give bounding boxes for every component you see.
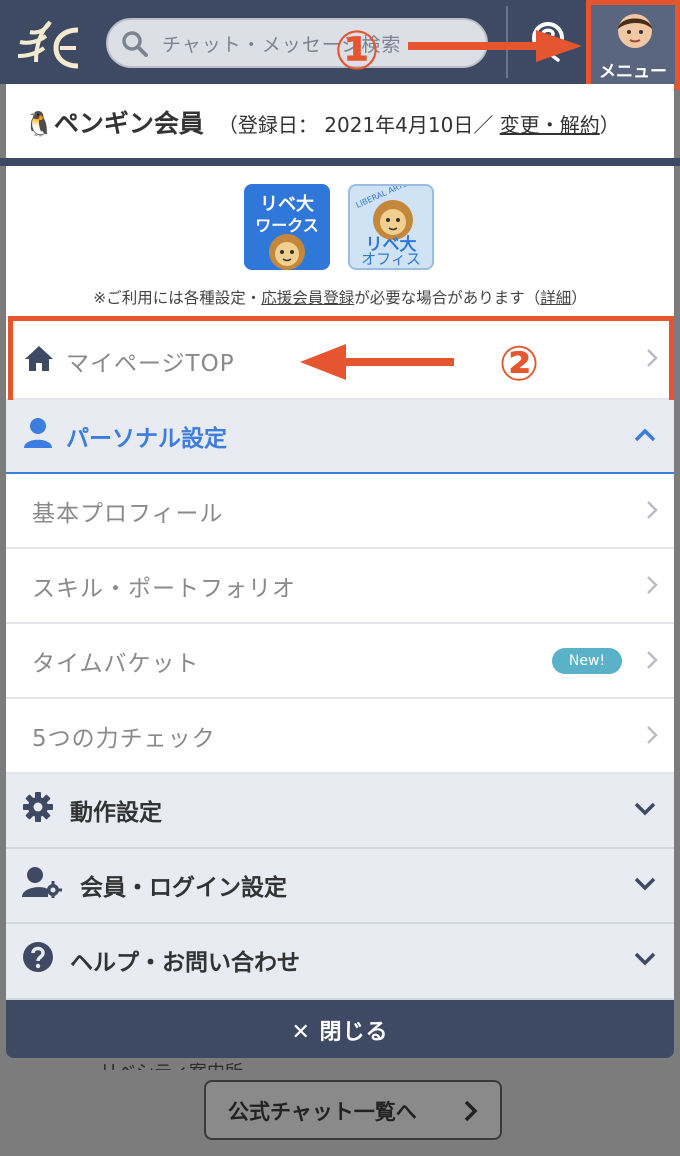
- change-cancel-link[interactable]: 変更・解約: [500, 113, 600, 137]
- app-header: チャット・メッセージ検索 メニュー ①: [0, 0, 680, 90]
- new-badge: New!: [552, 648, 622, 674]
- gear-icon: [23, 792, 53, 822]
- personal-settings-section[interactable]: パーソナル設定: [6, 400, 674, 474]
- annotation-arrow-1: [408, 30, 582, 62]
- details-link[interactable]: 詳細: [540, 289, 571, 307]
- menu-button[interactable]: メニュー: [586, 0, 680, 90]
- background-page: リベシティ案内所 公式チャット一覧へ: [0, 1058, 680, 1156]
- personal-settings-title: パーソナル設定: [66, 426, 227, 452]
- sidebar-item-basic-profile[interactable]: 基本プロフィール: [6, 474, 674, 549]
- member-rank: ペンギン会員: [53, 109, 204, 138]
- annotation-marker-1: ①: [334, 19, 380, 82]
- user-gear-icon: [22, 867, 62, 898]
- close-label: ✕ 閉じる: [291, 1020, 389, 1045]
- question-circle-icon: [23, 942, 53, 972]
- chevron-right-icon: [647, 501, 658, 519]
- member-info-bar: 🐧ペンギン会員 （登録日： 2021年4月10日／ 変更・解約）: [6, 84, 674, 158]
- sidebar-item-skill-portfolio[interactable]: スキル・ポートフォリオ: [6, 549, 674, 624]
- background-partial-text: リベシティ案内所: [100, 1058, 243, 1070]
- official-chat-list-button[interactable]: 公式チャット一覧へ: [204, 1080, 502, 1140]
- chevron-down-icon: [634, 877, 656, 891]
- sidebar-item-time-bucket[interactable]: タイムバケット New!: [6, 624, 674, 699]
- sidebar-item-five-powers-check[interactable]: 5つの力チェック: [6, 699, 674, 774]
- usage-notice: ※ご利用には各種設定・応援会員登録が必要な場合があります（詳細）: [93, 289, 587, 307]
- penguin-icon: 🐧: [24, 110, 54, 138]
- member-login-settings-section[interactable]: 会員・ログイン設定: [6, 849, 674, 924]
- basic-profile-label: 基本プロフィール: [32, 501, 224, 527]
- menu-label: メニュー: [599, 62, 667, 82]
- libe-office-app-icon[interactable]: LIBERAL ARTS リベ大 オフィス: [348, 184, 434, 270]
- five-powers-label: 5つの力チェック: [32, 726, 216, 752]
- user-icon: [24, 418, 52, 448]
- operation-settings-title: 動作設定: [70, 800, 162, 826]
- chevron-up-icon: [634, 428, 656, 442]
- annotation-arrow-2: [300, 344, 454, 380]
- help-contact-title: ヘルプ・お問い合わせ: [70, 950, 300, 976]
- supporter-signup-link[interactable]: 応援会員登録: [261, 289, 354, 307]
- time-bucket-label: タイムバケット: [32, 651, 200, 677]
- chevron-down-icon: [634, 802, 656, 816]
- help-contact-section[interactable]: ヘルプ・お問い合わせ: [6, 924, 674, 1000]
- avatar: [618, 14, 652, 48]
- liberal-city-logo[interactable]: [16, 12, 82, 72]
- registration-date: （登録日： 2021年4月10日／ 変更・解約）: [217, 113, 620, 137]
- chevron-right-icon: [647, 726, 658, 744]
- official-chat-list-label: 公式チャット一覧へ: [228, 1100, 417, 1124]
- annotation-marker-2: ②: [498, 336, 540, 392]
- operation-settings-section[interactable]: 動作設定: [6, 774, 674, 849]
- skill-portfolio-label: スキル・ポートフォリオ: [32, 576, 296, 602]
- member-login-settings-title: 会員・ログイン設定: [80, 875, 287, 901]
- member-divider-strip: [0, 158, 680, 166]
- libe-works-app-icon[interactable]: リベ大 ワークス: [244, 184, 330, 270]
- chevron-right-icon: [464, 1100, 478, 1122]
- chevron-down-icon: [634, 952, 656, 966]
- chevron-right-icon: [647, 576, 658, 594]
- chevron-right-icon: [647, 651, 658, 669]
- search-icon: [122, 31, 148, 57]
- close-menu-button[interactable]: ✕ 閉じる: [6, 1000, 674, 1058]
